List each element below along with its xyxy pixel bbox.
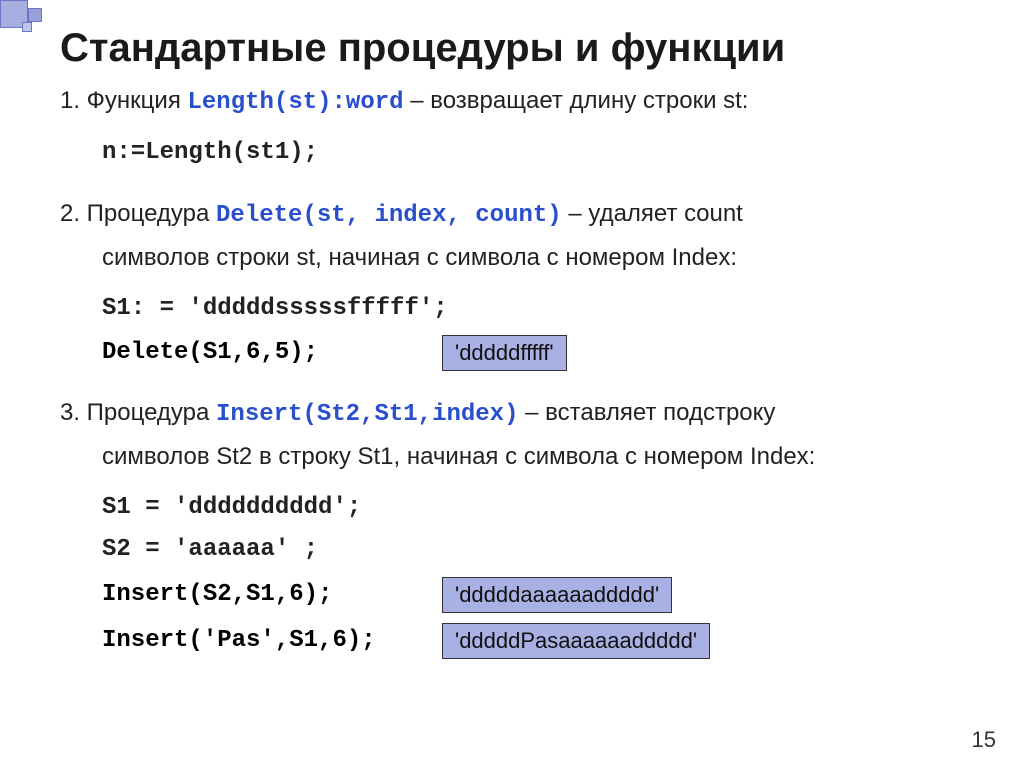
item1-expr: n:=Length(st1);	[60, 137, 964, 169]
item3-row1: Insert(S2,S1,6); 'dddddaaaaaaddddd'	[60, 577, 964, 613]
item2-prefix: 2. Процедура	[60, 200, 216, 227]
item2-suffix: – удаляет count	[562, 200, 743, 227]
page-number: 15	[972, 727, 996, 753]
slide-content: Стандартные процедуры и функции 1. Функц…	[0, 0, 1024, 689]
item1-code: Length(st):word	[188, 89, 404, 116]
item3-prefix: 3. Процедура	[60, 399, 216, 426]
item1-prefix: 1. Функция	[60, 87, 188, 114]
item3-result1-box: 'dddddaaaaaaddddd'	[442, 577, 672, 613]
item1-suffix: – возвращает длину строки st:	[404, 87, 749, 114]
item3-expr2: S2 = 'aaaaaa' ;	[60, 534, 964, 566]
item3-expr4: Insert('Pas',S1,6);	[102, 627, 402, 654]
item2-line2: символов строки st, начиная с символа с …	[60, 242, 964, 274]
item3-suffix: – вставляет подстроку	[518, 399, 775, 426]
item2-expr1: S1: = 'dddddsssssfffff';	[60, 293, 964, 325]
item1-line1: 1. Функция Length(st):word – возвращает …	[60, 85, 964, 119]
item2-row: Delete(S1,6,5); 'dddddfffff'	[60, 335, 964, 371]
page-title: Стандартные процедуры и функции	[60, 26, 964, 71]
item3-line2: символов St2 в строку St1, начиная с сим…	[60, 441, 964, 473]
item2-expr2: Delete(S1,6,5);	[102, 339, 402, 366]
corner-decoration	[0, 0, 60, 40]
item2-code: Delete(st, index, count)	[216, 202, 562, 229]
item2-line1: 2. Процедура Delete(st, index, count) – …	[60, 198, 964, 232]
item3-result2-box: 'dddddPasaaaaaaddddd'	[442, 623, 710, 659]
item3-code: Insert(St2,St1,index)	[216, 401, 518, 428]
item2-result-box: 'dddddfffff'	[442, 335, 567, 371]
item3-line1: 3. Процедура Insert(St2,St1,index) – вст…	[60, 397, 964, 431]
item3-row2: Insert('Pas',S1,6); 'dddddPasaaaaaaddddd…	[60, 623, 964, 659]
item3-expr3: Insert(S2,S1,6);	[102, 581, 402, 608]
item3-expr1: S1 = 'dddddddddd';	[60, 492, 964, 524]
